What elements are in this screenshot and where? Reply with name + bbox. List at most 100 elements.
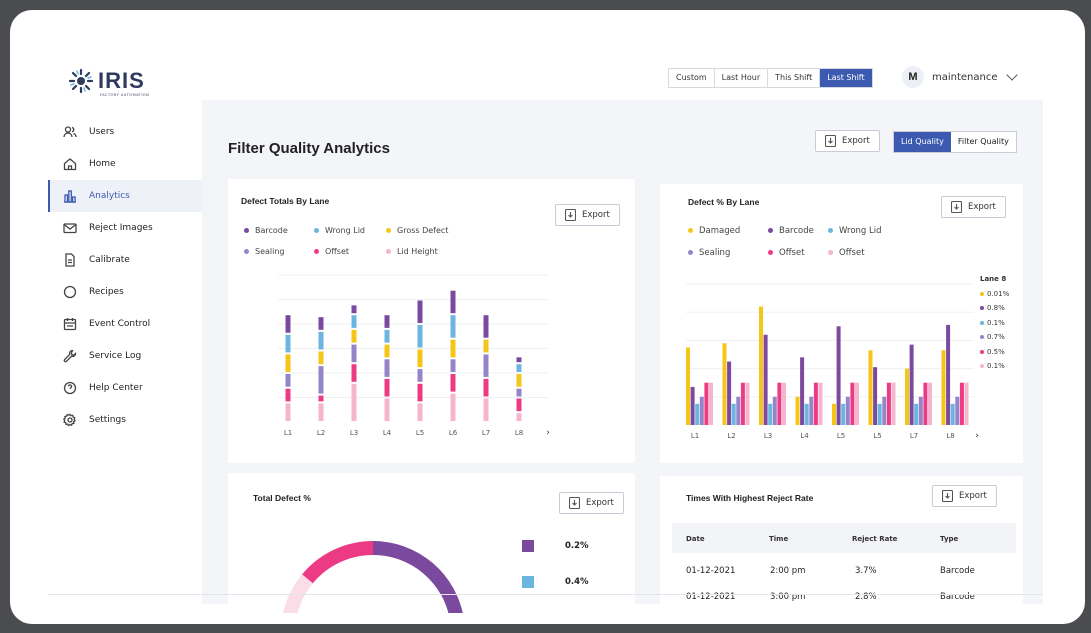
sidebar-item-help-center[interactable]: Help Center xyxy=(48,372,203,404)
cell-type: Barcode xyxy=(940,566,975,576)
iris-logo-icon xyxy=(68,68,94,94)
x-tick-label: L8 xyxy=(515,429,523,437)
sidebar-item-label: Home xyxy=(89,159,116,169)
bar xyxy=(686,347,690,425)
analytics-icon xyxy=(64,190,76,203)
bar-segment xyxy=(450,315,456,338)
tooltip-row: 0.01% xyxy=(980,287,1022,302)
main-content: Filter Quality Analytics Export Lid Qual… xyxy=(202,100,1043,613)
time-range-selector: Custom Last Hour This Shift Last Shift xyxy=(668,68,873,88)
sidebar-item-users[interactable]: Users xyxy=(48,116,203,148)
sidebar-item-settings[interactable]: Settings xyxy=(48,404,203,436)
export-button[interactable]: Export xyxy=(932,485,997,507)
bar xyxy=(695,403,700,425)
bar xyxy=(928,382,932,425)
sidebar-item-recipes[interactable]: Recipes xyxy=(48,276,203,308)
tooltip-title: Lane 8 xyxy=(980,275,1007,283)
sidebar-item-label: Service Log xyxy=(89,351,142,361)
bar-segment xyxy=(450,290,456,314)
avatar[interactable]: M xyxy=(902,66,924,88)
time-filter-this-shift[interactable]: This Shift xyxy=(768,69,821,87)
bar xyxy=(795,396,800,425)
bar xyxy=(886,382,891,425)
bar xyxy=(882,396,887,425)
bar xyxy=(941,350,946,425)
time-filter-custom[interactable]: Custom xyxy=(669,69,715,87)
table-header: Date Time Reject Rate Type xyxy=(672,523,1016,553)
sidebar-item-event-control[interactable]: Event Control xyxy=(48,308,203,340)
help-icon xyxy=(63,381,77,395)
x-tick-label: L1 xyxy=(284,429,292,437)
column-header: Type xyxy=(940,535,959,543)
bar-segment xyxy=(318,395,324,402)
gear-icon xyxy=(63,413,76,427)
bar-segment xyxy=(516,413,522,421)
bar xyxy=(772,396,777,425)
bar-segment xyxy=(450,393,456,421)
export-label: Export xyxy=(586,498,614,508)
home-icon xyxy=(63,158,77,171)
bar xyxy=(763,334,768,425)
toggle-lid-quality[interactable]: Lid Quality xyxy=(894,132,951,152)
bar-segment xyxy=(450,359,456,372)
cell-reject-rate: 3.7% xyxy=(855,566,877,576)
x-tick-label: L4 xyxy=(383,429,392,437)
column-header: Reject Rate xyxy=(852,535,898,543)
bar xyxy=(873,367,878,425)
donut-slice xyxy=(302,541,374,584)
bar xyxy=(740,382,745,425)
bar-segment xyxy=(516,374,522,387)
sidebar-item-home[interactable]: Home xyxy=(48,148,203,180)
bar xyxy=(777,382,782,425)
iris-logo: IRIS FACTORY AUTOMATION xyxy=(68,68,149,97)
export-label: Export xyxy=(959,491,987,501)
x-tick-label: L7 xyxy=(910,432,918,440)
bar xyxy=(909,344,914,425)
page-export-button[interactable]: Export xyxy=(815,130,880,152)
bar-segment xyxy=(417,325,423,348)
sidebar-item-calibrate[interactable]: Calibrate xyxy=(48,244,203,276)
bar-segment xyxy=(318,317,324,330)
bar-segment xyxy=(285,374,291,387)
users-icon xyxy=(63,126,77,138)
x-tick-label: L3 xyxy=(350,429,358,437)
chevron-right-icon: › xyxy=(546,428,550,438)
app-window: IRIS FACTORY AUTOMATION Custom Last Hour… xyxy=(10,10,1085,624)
bar-segment xyxy=(483,354,489,377)
sidebar-item-service-log[interactable]: Service Log xyxy=(48,340,203,372)
bar xyxy=(964,382,969,425)
bar-segment xyxy=(516,357,522,363)
bar-segment xyxy=(351,364,357,382)
bar-segment xyxy=(417,383,423,402)
sidebar-item-label: Settings xyxy=(89,415,126,425)
legend-value: 0.2% xyxy=(565,541,589,551)
bar xyxy=(809,396,814,425)
chevron-down-icon[interactable] xyxy=(1005,69,1018,81)
bar xyxy=(950,403,955,425)
bar xyxy=(923,382,928,425)
legend-swatch xyxy=(522,540,534,552)
bar-segment xyxy=(384,315,390,328)
bar-segment xyxy=(318,331,324,350)
bar xyxy=(905,368,909,425)
time-filter-last-shift[interactable]: Last Shift xyxy=(820,69,872,87)
bar-segment xyxy=(384,398,390,421)
export-button[interactable]: Export xyxy=(559,492,624,514)
bar xyxy=(868,350,873,425)
toggle-filter-quality[interactable]: Filter Quality xyxy=(950,132,1016,152)
bar xyxy=(836,326,841,425)
sidebar-item-analytics[interactable]: Analytics xyxy=(48,180,203,212)
bar-segment xyxy=(450,374,456,392)
bar xyxy=(804,403,809,425)
bar xyxy=(768,403,773,425)
bar-segment xyxy=(417,403,423,421)
total-defect-donut xyxy=(283,541,463,613)
time-filter-last-hour[interactable]: Last Hour xyxy=(715,69,769,87)
user-name[interactable]: maintenance xyxy=(932,72,998,83)
sidebar-item-reject-images[interactable]: Reject Images xyxy=(48,212,203,244)
bar xyxy=(841,403,846,425)
bar xyxy=(914,403,919,425)
bar-segment xyxy=(384,359,390,377)
page-title: Filter Quality Analytics xyxy=(228,140,390,157)
user-menu[interactable]: M maintenance xyxy=(902,66,1018,88)
